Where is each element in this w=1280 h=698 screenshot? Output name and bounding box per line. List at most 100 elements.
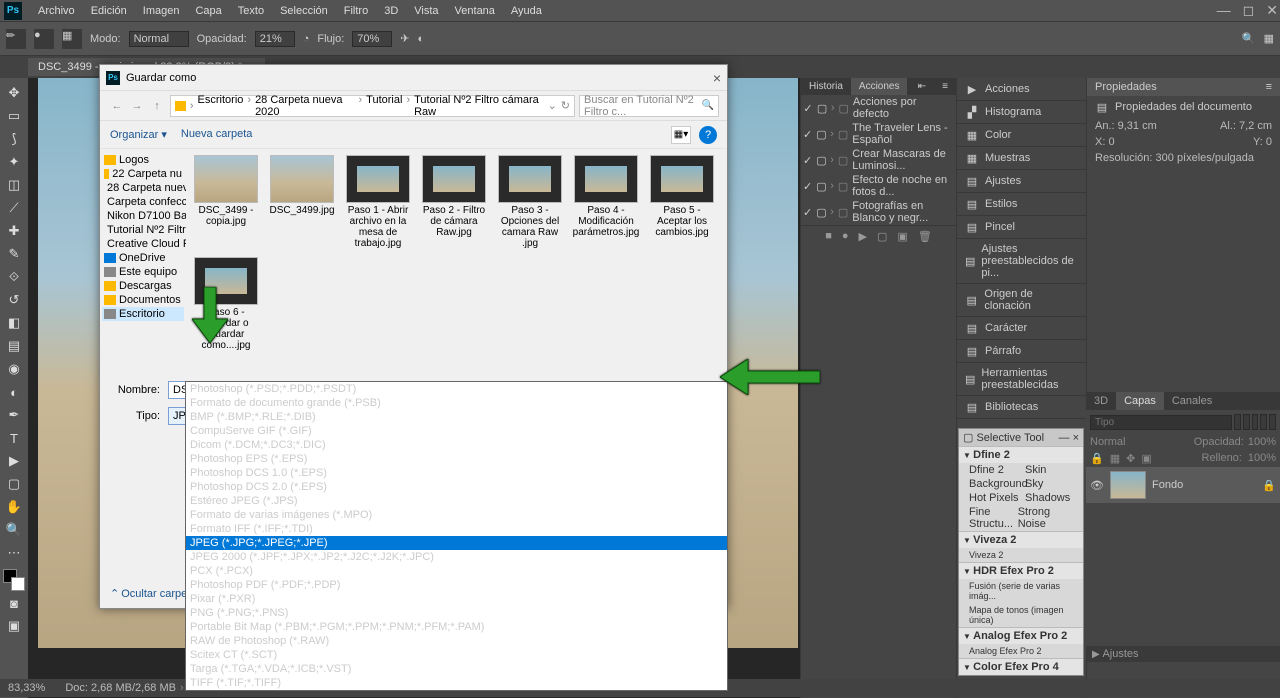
- menu-ventana[interactable]: Ventana: [447, 5, 503, 17]
- file-item[interactable]: Paso 1 - Abrir archivo en la mesa de tra…: [344, 155, 412, 249]
- flow-value[interactable]: 70%: [352, 31, 392, 47]
- panel-item[interactable]: ▤Ajustes: [957, 170, 1086, 192]
- move-tool[interactable]: ✥: [3, 82, 25, 104]
- nik-close-icon[interactable]: — ×: [1059, 432, 1079, 444]
- stop-icon[interactable]: ■: [825, 230, 832, 243]
- filetype-option[interactable]: Targa (*.TGA;*.VDA;*.ICB;*.VST): [186, 662, 727, 676]
- actions-button[interactable]: ▶Acciones: [957, 78, 1086, 100]
- menu-edición[interactable]: Edición: [83, 5, 135, 17]
- tree-item[interactable]: Creative Cloud Fil: [102, 237, 184, 251]
- nav-forward-icon[interactable]: →: [128, 100, 146, 112]
- menu-texto[interactable]: Texto: [230, 5, 272, 17]
- filetype-option[interactable]: Photoshop DCS 1.0 (*.EPS): [186, 466, 727, 480]
- adjustments-expand[interactable]: Ajustes: [1102, 648, 1138, 660]
- panel-item[interactable]: ▤Ajustes preestablecidos de pi...: [957, 239, 1086, 283]
- dodge-tool[interactable]: ◐: [3, 381, 25, 403]
- layer-row[interactable]: 👁 Fondo 🔒: [1086, 467, 1280, 503]
- breadcrumb-dropdown-icon[interactable]: ⌄: [548, 99, 557, 112]
- file-item[interactable]: Paso 5 - Aceptar los cambios.jpg: [648, 155, 716, 249]
- new-action-icon[interactable]: ▣: [897, 230, 907, 243]
- new-folder-button[interactable]: Nueva carpeta: [181, 128, 253, 141]
- menu-capa[interactable]: Capa: [187, 5, 229, 17]
- filetype-option[interactable]: Photoshop DCS 2.0 (*.EPS): [186, 480, 727, 494]
- panel-item[interactable]: ▤Pincel: [957, 216, 1086, 238]
- layers-tab-capas[interactable]: Capas: [1116, 392, 1164, 410]
- edit-toolbar[interactable]: ⋯: [3, 542, 25, 564]
- panel-item[interactable]: ▤Estilos: [957, 193, 1086, 215]
- filetype-option[interactable]: Photoshop PDF (*.PDF;*.PDP): [186, 578, 727, 592]
- filetype-option[interactable]: Dicom (*.DCM;*.DC3;*.DIC): [186, 438, 727, 452]
- panel-item[interactable]: ▦Muestras: [957, 147, 1086, 169]
- filetype-option[interactable]: Pixar (*.PXR): [186, 592, 727, 606]
- layer-opacity[interactable]: 100%: [1248, 436, 1276, 448]
- nik-section-header[interactable]: HDR Efex Pro 2: [959, 562, 1083, 579]
- panel-collapse-icon[interactable]: ⇤: [910, 78, 934, 95]
- hand-tool[interactable]: ✋: [3, 496, 25, 518]
- action-set-item[interactable]: ✓▢›▢ Acciones por defecto: [801, 95, 956, 121]
- panel-item[interactable]: ▤Carácter: [957, 317, 1086, 339]
- eraser-tool[interactable]: ◧: [3, 312, 25, 334]
- lasso-tool[interactable]: ⟆: [3, 128, 25, 150]
- color-swatches[interactable]: [3, 569, 25, 591]
- quickmask-tool[interactable]: ◙: [3, 592, 25, 614]
- filetype-option[interactable]: Photoshop (*.PSD;*.PDD;*.PSDT): [186, 382, 727, 396]
- tree-item[interactable]: 28 Carpeta nuev: [102, 181, 184, 195]
- tree-item[interactable]: Carpeta confecc: [102, 195, 184, 209]
- brush-tool-preset[interactable]: ✏: [6, 29, 26, 49]
- eyedropper-tool[interactable]: ⟋: [3, 197, 25, 219]
- organize-button[interactable]: Organizar ▾: [110, 128, 167, 141]
- airbrush-icon[interactable]: ✈: [400, 32, 409, 45]
- filetype-option[interactable]: Formato de documento grande (*.PSB): [186, 396, 727, 410]
- file-item[interactable]: DSC_3499.jpg: [268, 155, 336, 249]
- nav-back-icon[interactable]: ←: [108, 100, 126, 112]
- brush-preset-picker[interactable]: ●: [34, 29, 54, 49]
- nik-item[interactable]: BackgroundSky: [959, 477, 1083, 491]
- filter-smart-icon[interactable]: [1269, 414, 1276, 430]
- breadcrumb-item[interactable]: Tutorial Nº2 Filtro cámara Raw: [414, 94, 543, 118]
- visibility-icon[interactable]: 👁: [1090, 479, 1104, 492]
- action-set-item[interactable]: ✓▢›▢ Fotografías en Blanco y negr...: [801, 199, 956, 225]
- layers-tab-canales[interactable]: Canales: [1164, 392, 1220, 410]
- tree-item[interactable]: Este equipo: [102, 265, 184, 279]
- filetype-option[interactable]: JPEG 2000 (*.JPF;*.JPX;*.JP2;*.J2C;*.J2K…: [186, 550, 727, 564]
- panel-item[interactable]: ▤Bibliotecas: [957, 396, 1086, 418]
- opacity-value[interactable]: 21%: [255, 31, 295, 47]
- rectangle-tool[interactable]: ▢: [3, 473, 25, 495]
- nik-item[interactable]: Mapa de tonos (imagen única): [959, 603, 1083, 627]
- search-input[interactable]: Buscar en Tutorial Nº2 Filtro c...: [579, 95, 719, 117]
- filetype-option[interactable]: Estéreo JPEG (*.JPS): [186, 494, 727, 508]
- pressure-opacity-icon[interactable]: ◔: [303, 33, 310, 45]
- layers-tab-3d[interactable]: 3D: [1086, 392, 1116, 410]
- filetype-option[interactable]: PNG (*.PNG;*.PNS): [186, 606, 727, 620]
- nik-item[interactable]: Viveza 2: [959, 548, 1083, 562]
- filetype-option[interactable]: PCX (*.PCX): [186, 564, 727, 578]
- path-selection-tool[interactable]: ▶: [3, 450, 25, 472]
- filetype-option[interactable]: Formato IFF (*.IFF;*.TDI): [186, 522, 727, 536]
- filetype-option[interactable]: Photoshop EPS (*.EPS): [186, 452, 727, 466]
- filetype-option[interactable]: Formato de varias imágenes (*.MPO): [186, 508, 727, 522]
- breadcrumb-item[interactable]: 28 Carpeta nueva 2020: [255, 94, 354, 118]
- file-item[interactable]: Paso 3 - Opciones del camara Raw .jpg: [496, 155, 564, 249]
- file-item[interactable]: Paso 2 - Filtro de cámara Raw.jpg: [420, 155, 488, 249]
- marquee-tool[interactable]: ▭: [3, 105, 25, 127]
- filter-adjust-icon[interactable]: [1243, 414, 1250, 430]
- brush-tool[interactable]: ✎: [3, 243, 25, 265]
- record-icon[interactable]: ●: [842, 230, 849, 243]
- layer-blend-mode[interactable]: Normal: [1090, 436, 1190, 448]
- file-item[interactable]: DSC_3499 - copia.jpg: [192, 155, 260, 249]
- nik-item[interactable]: Dfine 2Skin: [959, 463, 1083, 477]
- help-icon[interactable]: ?: [699, 126, 717, 144]
- panel-item[interactable]: ▦Color: [957, 124, 1086, 146]
- crop-tool[interactable]: ◫: [3, 174, 25, 196]
- filetype-option[interactable]: RAW de Photoshop (*.RAW): [186, 634, 727, 648]
- workspace-icon[interactable]: ▦: [1264, 32, 1274, 45]
- menu-imagen[interactable]: Imagen: [135, 5, 188, 17]
- breadcrumb-item[interactable]: Escritorio: [198, 94, 244, 118]
- nav-up-icon[interactable]: ↑: [148, 100, 166, 112]
- tree-item[interactable]: 22 Carpeta nu: [102, 167, 184, 181]
- zoom-level[interactable]: 83,33%: [8, 682, 45, 694]
- actions-tab[interactable]: Acciones: [851, 78, 908, 95]
- nik-section-header[interactable]: Dfine 2: [959, 446, 1083, 463]
- lock-position-icon[interactable]: ✥: [1126, 452, 1135, 465]
- action-set-item[interactable]: ✓▢›▢ The Traveler Lens - Español: [801, 121, 956, 147]
